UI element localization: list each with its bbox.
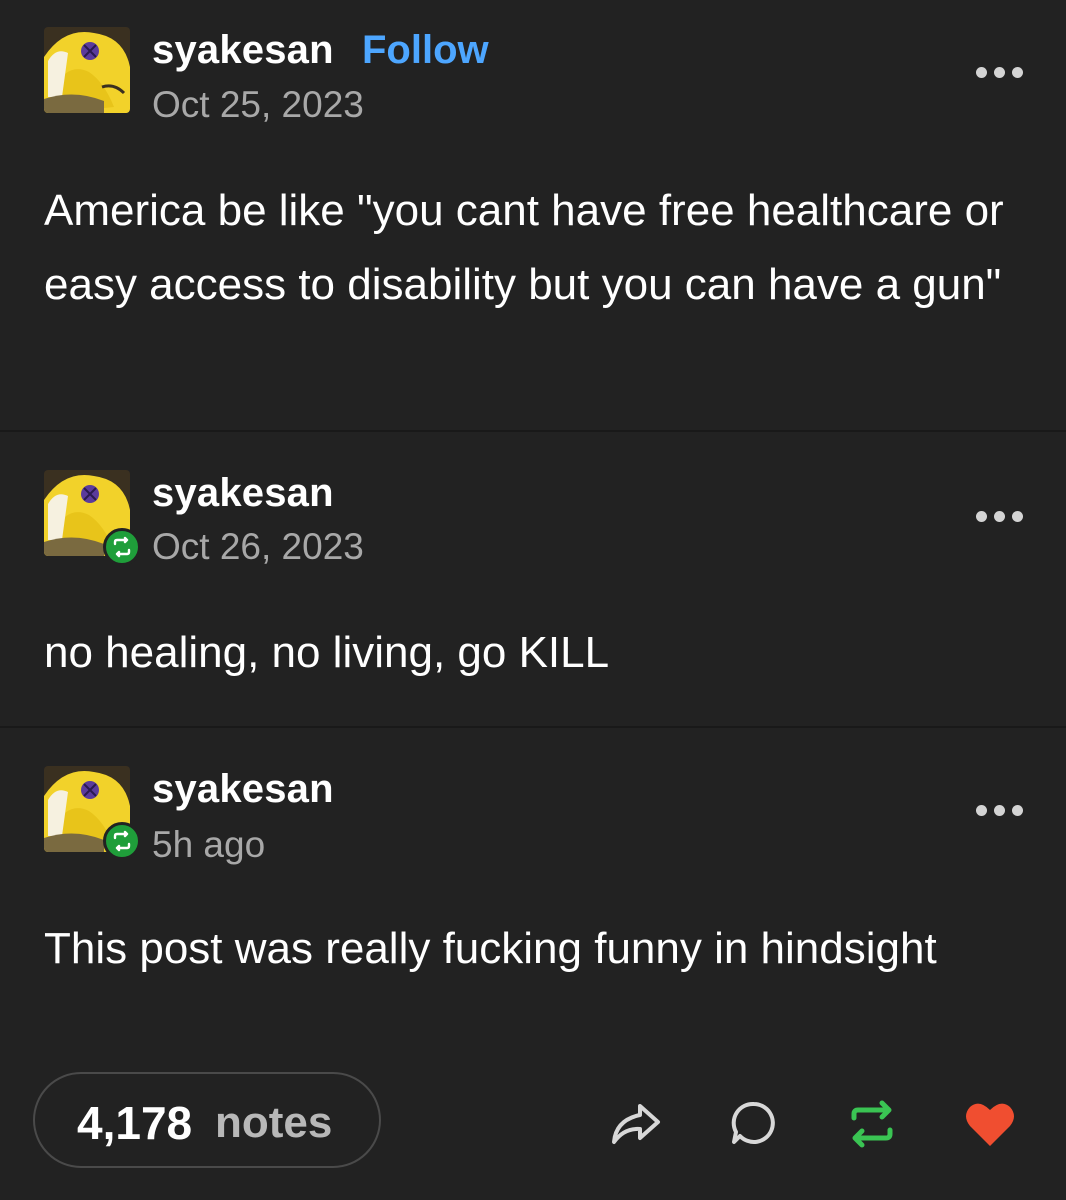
- like-icon[interactable]: [962, 1096, 1018, 1152]
- notes-label: notes: [215, 1098, 333, 1147]
- reblog-badge-icon: [103, 822, 141, 860]
- username[interactable]: syakesan: [152, 471, 334, 516]
- reblog-badge-icon: [103, 528, 141, 566]
- post-date: 5h ago: [152, 824, 266, 865]
- more-options-icon[interactable]: [976, 506, 1026, 526]
- post-body: America be like "you cant have free heal…: [44, 186, 1004, 309]
- post-body: no healing, no living, go KILL: [44, 628, 610, 677]
- share-icon[interactable]: [608, 1096, 664, 1152]
- reblog-icon[interactable]: [844, 1096, 900, 1152]
- username[interactable]: syakesan: [152, 767, 334, 812]
- original-post: syakesan Follow Oct 25, 2023 America be …: [0, 0, 1066, 430]
- avatar[interactable]: [44, 27, 130, 113]
- more-options-icon[interactable]: [976, 800, 1026, 820]
- notes-button[interactable]: 4,178 notes: [33, 1072, 381, 1168]
- username[interactable]: syakesan: [152, 28, 334, 73]
- post-body: This post was really fucking funny in hi…: [44, 924, 937, 973]
- notes-count: 4,178: [77, 1097, 193, 1149]
- more-options-icon[interactable]: [976, 62, 1026, 82]
- post-date: Oct 25, 2023: [152, 84, 364, 125]
- post-date: Oct 26, 2023: [152, 526, 364, 567]
- follow-button[interactable]: Follow: [362, 28, 489, 73]
- reply-icon[interactable]: [726, 1096, 782, 1152]
- reblog-post: syakesan Oct 26, 2023 no healing, no liv…: [0, 432, 1066, 726]
